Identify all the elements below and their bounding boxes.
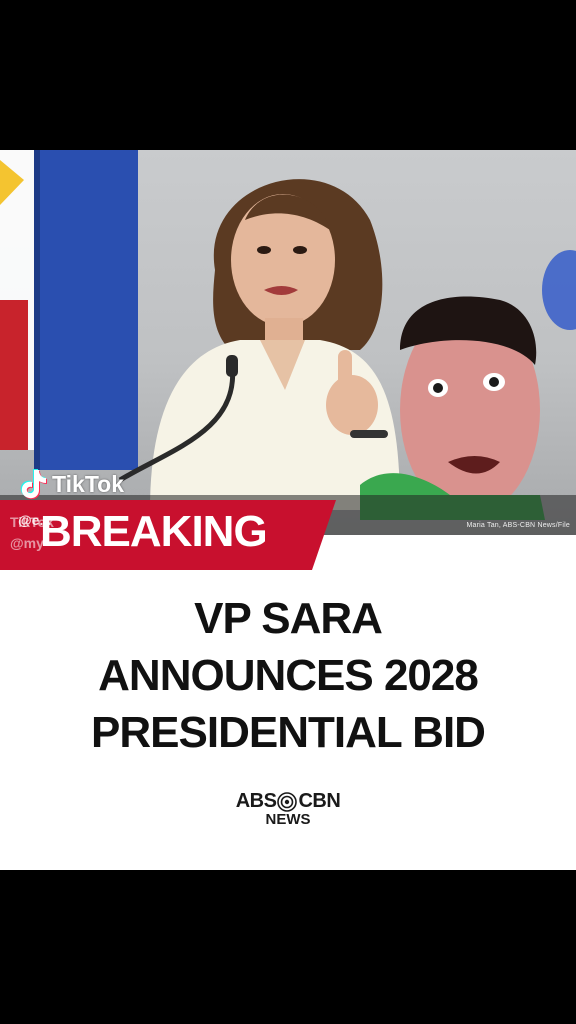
headline: VP SARA ANNOUNCES 2028 PRESIDENTIAL BID <box>0 590 576 761</box>
logo-left-text: ABS <box>235 790 277 812</box>
post-frame: Maria Tan, ABS-CBN News/File BREAKING Ti… <box>0 150 576 870</box>
headline-line-2: ANNOUNCES 2028 <box>98 651 479 700</box>
logo-right-text: CBN <box>298 790 341 812</box>
logo-sub-text: NEWS <box>265 811 311 828</box>
tiktok-watermark: TikTok <box>18 468 124 500</box>
tiktok-brand: TikTok <box>52 470 124 497</box>
headline-line-1: VP SARA <box>194 594 383 643</box>
breaking-label: BREAKING <box>40 507 268 556</box>
abs-cbn-logo: ABS CBN NEWS <box>0 790 576 828</box>
photo-credit: Maria Tan, ABS-CBN News/File <box>466 522 570 529</box>
headline-line-3: PRESIDENTIAL BID <box>91 708 486 757</box>
tiktok-ghost-user: @my <box>10 535 44 551</box>
abs-cbn-eye-icon <box>277 791 298 812</box>
tiktok-icon <box>20 469 47 500</box>
tiktok-ghost-brand: TikTok <box>10 514 54 530</box>
